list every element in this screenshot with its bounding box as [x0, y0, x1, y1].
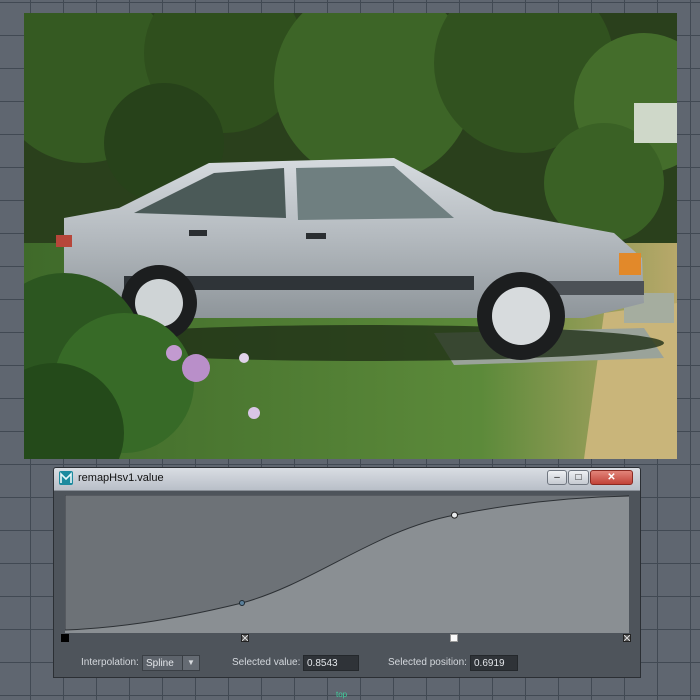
- ramp-key-marker[interactable]: [61, 634, 69, 642]
- maximize-button[interactable]: □: [568, 470, 589, 485]
- ramp-curve-graph[interactable]: [65, 495, 629, 633]
- close-icon: ✕: [607, 472, 616, 483]
- close-button[interactable]: ✕: [590, 470, 633, 485]
- interpolation-label: Interpolation:: [81, 657, 139, 668]
- selected-position-label: Selected position:: [388, 657, 467, 668]
- viewport-image: [24, 13, 677, 459]
- interpolation-value: Spline: [146, 658, 174, 669]
- ramp-key-marker[interactable]: [241, 634, 249, 642]
- maximize-icon: □: [575, 472, 582, 483]
- ramp-key-markers: [54, 631, 642, 647]
- window-titlebar[interactable]: remapHsv1.value – □ ✕: [54, 468, 640, 491]
- chevron-down-icon: ▼: [182, 656, 199, 670]
- ramp-editor-window: remapHsv1.value – □ ✕ Interpolation: Spl…: [53, 467, 641, 678]
- marker-x-icon: [242, 635, 248, 641]
- selected-position-field[interactable]: 0.6919: [470, 655, 518, 671]
- window-title: remapHsv1.value: [78, 472, 164, 484]
- selected-value-label: Selected value:: [232, 657, 301, 668]
- interpolation-dropdown[interactable]: Spline ▼: [142, 655, 200, 671]
- curve-point-selected[interactable]: [451, 511, 458, 519]
- marker-x-icon: [624, 635, 630, 641]
- ramp-key-marker-selected[interactable]: [450, 634, 458, 642]
- ramp-key-marker[interactable]: [623, 634, 631, 642]
- selected-value-field[interactable]: 0.8543: [303, 655, 359, 671]
- minimize-button[interactable]: –: [547, 470, 567, 485]
- camera-label: top: [336, 690, 348, 699]
- maya-app-icon: [59, 471, 73, 485]
- minimize-icon: –: [554, 472, 560, 483]
- curve-point[interactable]: [239, 600, 245, 606]
- ramp-controls: Interpolation: Spline ▼ Selected value: …: [54, 652, 642, 674]
